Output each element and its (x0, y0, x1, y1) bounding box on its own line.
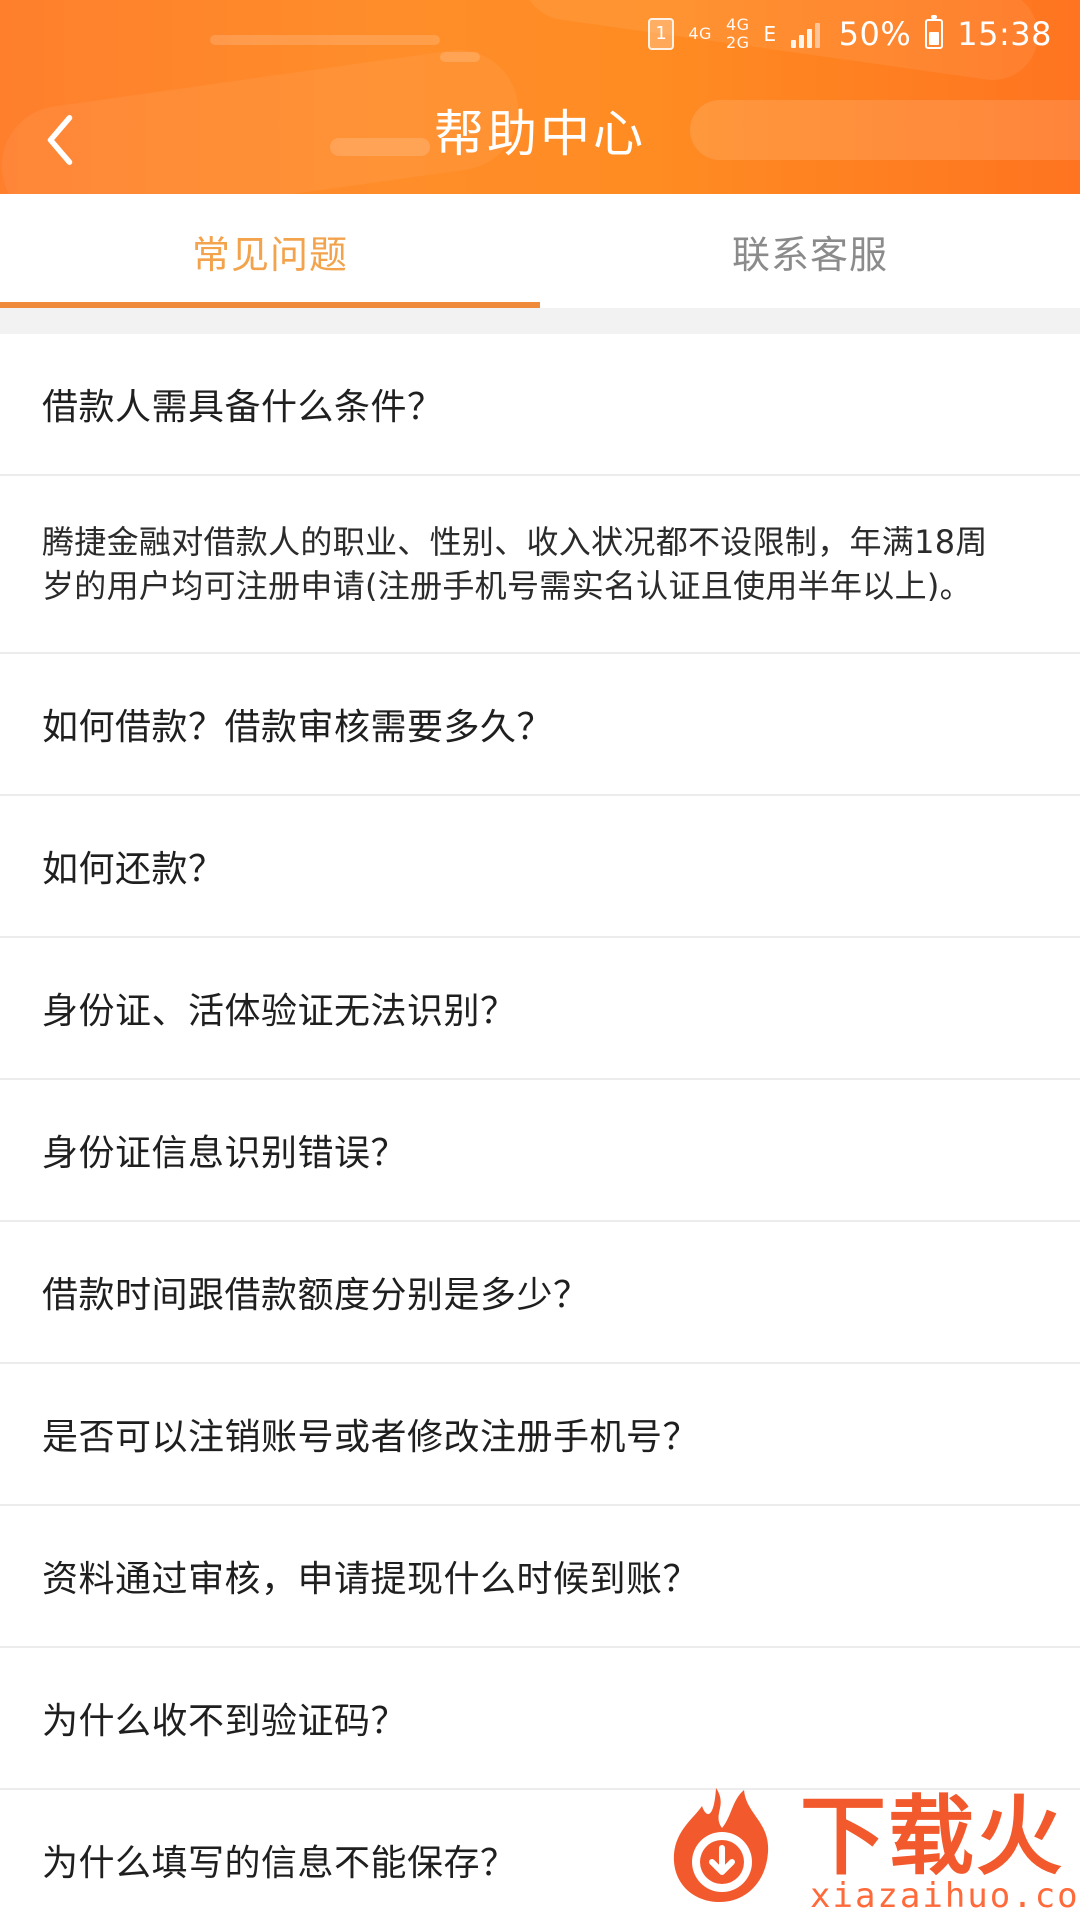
clock: 15:38 (957, 15, 1052, 53)
faq-question: 如何借款？借款审核需要多久？ (42, 707, 554, 748)
network-type-2: 4G 2G (726, 17, 750, 51)
status-bar: 1 4G 4G 2G E 50% 15:38 (648, 8, 1052, 60)
network-type-1: 4G (688, 26, 712, 42)
section-gap (0, 308, 1080, 334)
faq-question: 是否可以注销账号或者修改注册手机号？ (42, 1417, 700, 1458)
tab-bar: 常见问题 联系客服 (0, 194, 1080, 308)
app-root: 1 4G 4G 2G E 50% 15:38 帮助中心 常见问题 联系客服 借款… (0, 0, 1080, 1920)
page-title: 帮助中心 (434, 105, 646, 163)
faq-item[interactable]: 身份证信息识别错误？ (0, 1080, 1080, 1222)
header-decoration (440, 52, 480, 62)
battery-icon (925, 15, 944, 49)
tab-contact-support-label: 联系客服 (731, 232, 888, 277)
faq-item[interactable]: 是否可以注销账号或者修改注册手机号？ (0, 1364, 1080, 1506)
sim-slot-number: 1 (655, 23, 668, 44)
faq-question: 为什么填写的信息不能保存？ (42, 1843, 517, 1884)
faq-item[interactable]: 如何借款？借款审核需要多久？ (0, 654, 1080, 796)
header-decoration (210, 35, 440, 45)
faq-item[interactable]: 为什么填写的信息不能保存？ (0, 1790, 1080, 1920)
faq-list: 借款人需具备什么条件？ 腾捷金融对借款人的职业、性别、收入状况都不设限制，年满1… (0, 334, 1080, 1920)
faq-item[interactable]: 借款时间跟借款额度分别是多少？ (0, 1222, 1080, 1364)
network-type-2-top: 4G (725, 15, 750, 34)
faq-question: 资料通过审核，申请提现什么时候到账？ (42, 1559, 700, 1600)
faq-answer-item: 腾捷金融对借款人的职业、性别、收入状况都不设限制，年满18周岁的用户均可注册申请… (0, 476, 1080, 654)
edge-indicator: E (763, 22, 777, 46)
network-type-2-bottom: 2G (725, 33, 750, 52)
faq-item[interactable]: 身份证、活体验证无法识别？ (0, 938, 1080, 1080)
network-type-1-label: 4G (688, 24, 712, 43)
faq-item[interactable]: 资料通过审核，申请提现什么时候到账？ (0, 1506, 1080, 1648)
faq-question: 身份证、活体验证无法识别？ (42, 991, 517, 1032)
faq-question: 为什么收不到验证码？ (42, 1701, 408, 1742)
faq-question: 身份证信息识别错误？ (42, 1133, 408, 1174)
tab-faq[interactable]: 常见问题 (0, 194, 540, 308)
faq-item[interactable]: 为什么收不到验证码？ (0, 1648, 1080, 1790)
faq-answer: 腾捷金融对借款人的职业、性别、收入状况都不设限制，年满18周岁的用户均可注册申请… (42, 523, 988, 605)
tab-faq-label: 常见问题 (191, 232, 348, 277)
battery-percent: 50% (838, 15, 912, 53)
tab-contact-support[interactable]: 联系客服 (540, 194, 1080, 308)
faq-question: 借款时间跟借款额度分别是多少？ (42, 1275, 590, 1316)
faq-item[interactable]: 如何还款？ (0, 796, 1080, 938)
faq-question: 借款人需具备什么条件？ (42, 387, 444, 428)
faq-question: 如何还款？ (42, 849, 225, 890)
faq-item[interactable]: 借款人需具备什么条件？ (0, 334, 1080, 476)
sim-icon: 1 (648, 18, 675, 50)
header: 1 4G 4G 2G E 50% 15:38 帮助中心 (0, 0, 1080, 194)
signal-icon (790, 20, 825, 48)
